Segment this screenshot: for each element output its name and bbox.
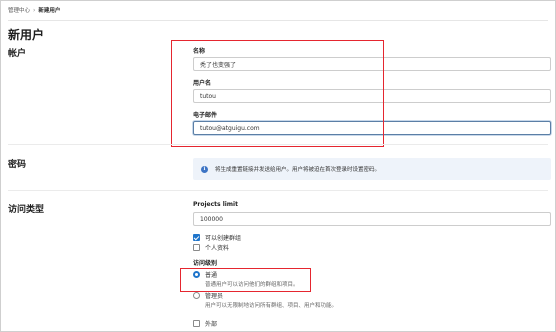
email-label: 电子邮件 bbox=[193, 112, 218, 119]
section-divider bbox=[8, 144, 548, 145]
private-profile-option[interactable]: 个人资料 bbox=[193, 243, 229, 252]
section-divider bbox=[8, 190, 548, 191]
password-info-text: 将生成重置链接并发送给用户。用户将被迫在首次登录时设置密码。 bbox=[215, 167, 381, 173]
username-input[interactable]: tutou bbox=[193, 89, 551, 103]
private-profile-label: 个人资料 bbox=[205, 245, 230, 252]
private-profile-checkbox[interactable] bbox=[193, 244, 200, 251]
access-level-admin-option[interactable]: 管理员 用户可以无限制地访问所有群组、项目、用户和功能。 bbox=[193, 291, 337, 309]
access-level-admin-desc: 用户可以无限制地访问所有群组、项目、用户和功能。 bbox=[205, 303, 338, 309]
breadcrumb: 管理中心 › 新建用户 bbox=[8, 6, 61, 15]
access-level-regular-option[interactable]: 普通 普通用户可以访问他们的群组和项目。 bbox=[193, 270, 299, 288]
header-divider bbox=[8, 20, 548, 21]
access-level-label: 访问级别 bbox=[193, 260, 218, 267]
access-level-regular-title: 普通 bbox=[205, 272, 218, 279]
name-label: 名称 bbox=[193, 48, 206, 55]
access-level-regular-desc: 普通用户可以访问他们的群组和项目。 bbox=[205, 282, 299, 288]
info-icon: i bbox=[201, 165, 208, 173]
section-title-access: 访问类型 bbox=[8, 205, 45, 215]
access-level-admin-title: 管理员 bbox=[205, 293, 224, 300]
email-input[interactable]: tutou@atguigu.com bbox=[193, 121, 551, 135]
external-checkbox[interactable] bbox=[193, 320, 200, 327]
password-info-alert: i 将生成重置链接并发送给用户。用户将被迫在首次登录时设置密码。 bbox=[193, 158, 551, 180]
page-title: 新用户 bbox=[8, 28, 45, 42]
access-level-regular-radio[interactable] bbox=[193, 270, 200, 278]
can-create-group-label: 可以创建群组 bbox=[205, 235, 242, 242]
access-level-admin-radio[interactable] bbox=[193, 291, 200, 299]
can-create-group-checkbox[interactable] bbox=[193, 234, 200, 241]
name-input[interactable]: 秃了也变强了 bbox=[193, 57, 551, 71]
username-label: 用户名 bbox=[193, 80, 212, 87]
projects-limit-label: Projects limit bbox=[193, 201, 238, 208]
breadcrumb-separator: › bbox=[33, 6, 36, 14]
section-title-account: 帐户 bbox=[8, 49, 27, 59]
external-label: 外部 bbox=[205, 321, 218, 328]
breadcrumb-admin-area[interactable]: 管理中心 bbox=[8, 6, 30, 14]
external-option[interactable]: 外部 bbox=[193, 319, 217, 328]
section-title-password: 密码 bbox=[8, 160, 27, 170]
breadcrumb-current: 新建用户 bbox=[38, 8, 61, 14]
external-desc-cutoff bbox=[203, 328, 523, 332]
can-create-group-option[interactable]: 可以创建群组 bbox=[193, 233, 241, 242]
projects-limit-input[interactable]: 100000 bbox=[193, 212, 551, 226]
